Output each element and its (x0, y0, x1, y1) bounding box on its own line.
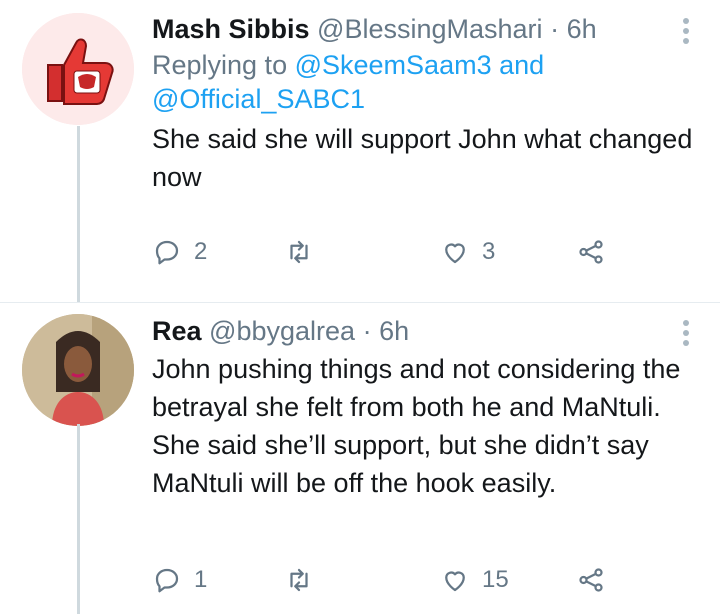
display-name[interactable]: Rea (152, 316, 202, 346)
tweet-header: Rea @bbygalrea · 6h (152, 312, 696, 350)
like-count: 15 (482, 566, 509, 593)
like-icon (445, 571, 465, 592)
retweet-button[interactable] (284, 560, 326, 600)
user-handle[interactable]: @BlessingMashari (317, 14, 543, 44)
like-button[interactable]: 15 (440, 560, 509, 600)
avatar[interactable] (22, 314, 134, 426)
share-button[interactable] (576, 232, 606, 272)
like-count: 3 (482, 238, 496, 265)
share-icon (579, 240, 603, 264)
like-icon (445, 243, 465, 264)
mention-link[interactable]: @SkeemSaam3 (295, 50, 492, 80)
tweet-actions: 1 15 (152, 560, 672, 600)
tweet-header: Mash Sibbis @BlessingMashari · 6h (152, 10, 696, 48)
reply-button[interactable]: 1 (152, 560, 207, 600)
separator: · (362, 316, 372, 346)
reply-count: 1 (194, 566, 208, 593)
thread-line (77, 424, 80, 614)
share-icon (579, 568, 603, 592)
retweet-button[interactable] (284, 232, 326, 272)
retweet-icon (290, 568, 308, 592)
user-handle[interactable]: @bbygalrea (209, 316, 355, 346)
tweet-2[interactable]: Rea @bbygalrea · 6h John pushing things … (0, 302, 720, 614)
timestamp[interactable]: 6h (567, 14, 597, 44)
thumbs-up-liverpool-avatar (22, 13, 134, 125)
mention-link[interactable]: @Official_SABC1 (152, 84, 365, 114)
reply-count: 2 (194, 238, 208, 265)
reply-icon (155, 240, 179, 265)
separator: · (550, 14, 560, 44)
avatar[interactable] (22, 13, 134, 125)
thread-line (77, 126, 80, 302)
more-options-icon[interactable] (682, 320, 690, 350)
replying-to: Replying to @SkeemSaam3 and @Official_SA… (152, 48, 696, 116)
tweet-1[interactable]: Mash Sibbis @BlessingMashari · 6h Replyi… (0, 0, 720, 302)
share-button[interactable] (576, 560, 606, 600)
replying-prefix: Replying to (152, 50, 288, 80)
timestamp[interactable]: 6h (379, 316, 409, 346)
display-name[interactable]: Mash Sibbis (152, 14, 310, 44)
tweet-actions: 2 3 (152, 232, 672, 272)
like-button[interactable]: 3 (440, 232, 495, 272)
reply-icon (155, 568, 179, 593)
tweet-content: Rea @bbygalrea · 6h John pushing things … (152, 312, 696, 502)
tweet-text: She said she will support John what chan… (152, 124, 693, 192)
retweet-icon (290, 240, 308, 264)
tweet-text: John pushing things and not considering … (152, 354, 681, 498)
more-options-icon[interactable] (682, 18, 690, 48)
replying-and[interactable]: and (499, 50, 544, 80)
reply-button[interactable]: 2 (152, 232, 207, 272)
tweet-content: Mash Sibbis @BlessingMashari · 6h Replyi… (152, 10, 696, 196)
user-photo-avatar (22, 314, 134, 426)
